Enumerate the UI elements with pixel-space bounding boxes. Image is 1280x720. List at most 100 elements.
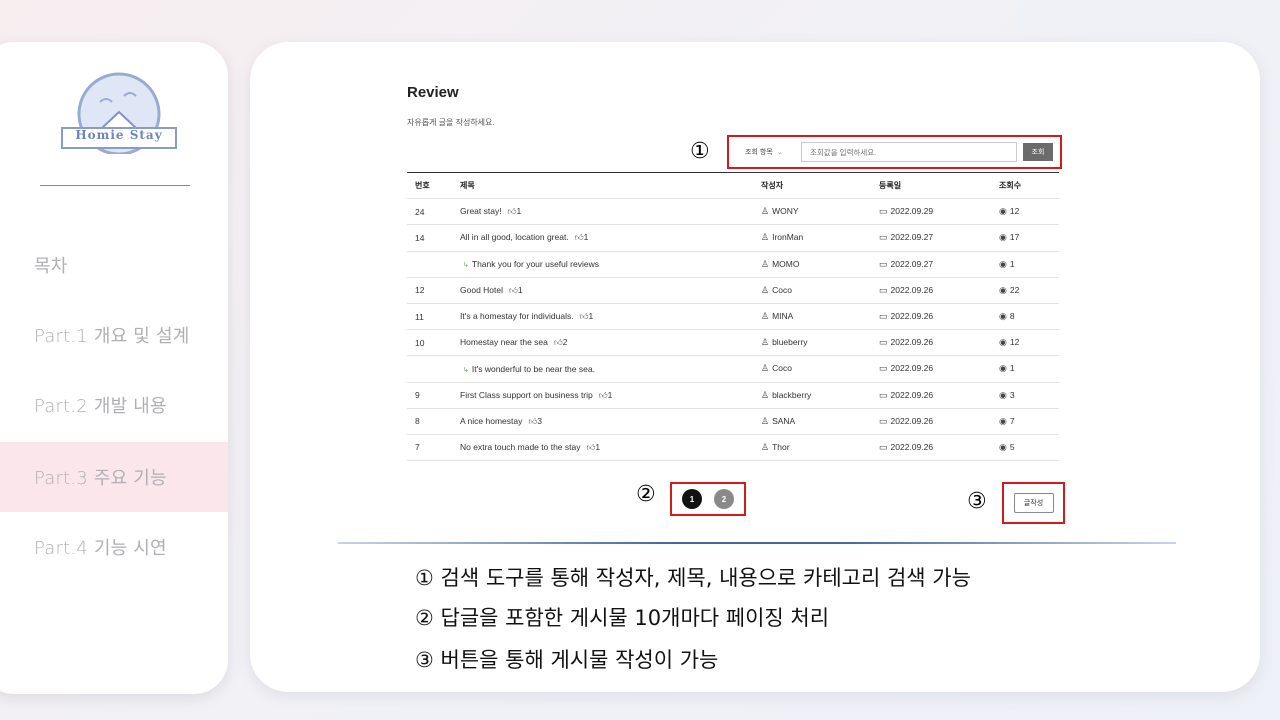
table-row[interactable]: 12 Good Hotel 👍︎1 ♙ Coco ▭ 2022.09.26 ◉ 22 <box>407 278 1059 304</box>
row-title[interactable]: Thank you for your useful reviews <box>472 259 599 269</box>
row-author-cell: ♙ Thor <box>761 442 879 453</box>
sidebar-item-part1[interactable]: Part.1 개요 및 설계 <box>0 300 228 370</box>
row-title[interactable]: First Class support on business trip <box>460 390 593 400</box>
row-date-cell: ▭ 2022.09.26 <box>879 363 999 374</box>
row-author: Coco <box>772 284 792 295</box>
user-icon: ♙ <box>761 441 770 452</box>
row-views: 3 <box>1009 389 1015 400</box>
row-number: 10 <box>415 337 425 348</box>
sidebar-item-part2[interactable]: Part.2 개발 내용 <box>0 370 228 440</box>
col-header-views: 조회수 <box>999 181 1022 191</box>
table-row[interactable]: 7 No extra touch made to the stay 👍︎1 ♙ Th… <box>407 435 1059 462</box>
row-title-cell: ↳ Thank you for your useful reviews <box>453 259 761 269</box>
eye-icon: ◉ <box>999 441 1007 452</box>
thumbs-up-icon: 👍︎ <box>528 415 538 426</box>
row-title[interactable]: No extra touch made to the stay <box>460 442 580 452</box>
page-2-button[interactable]: 2 <box>714 489 734 509</box>
search-category-select[interactable]: 조회 항목 ⌄ <box>737 147 801 157</box>
row-title[interactable]: It's wonderful to be near the sea. <box>472 364 595 374</box>
page-subtitle: 자유롭게 글을 작성하세요. <box>407 118 495 127</box>
search-category-label: 조회 항목 <box>745 149 773 156</box>
row-title[interactable]: Good Hotel <box>460 285 503 295</box>
row-likes: 1 <box>516 206 522 217</box>
calendar-icon: ▭ <box>879 206 888 217</box>
row-author: Thor <box>772 441 790 452</box>
col-header-title: 제목 <box>460 181 475 191</box>
search-input[interactable] <box>801 142 1017 162</box>
table-row[interactable]: 14 All in all good, location great. 👍︎1 ♙… <box>407 225 1059 252</box>
row-number: 9 <box>415 390 420 401</box>
calendar-icon: ▭ <box>879 389 888 400</box>
row-date-cell: ▭ 2022.09.26 <box>879 442 999 453</box>
row-views-cell: ◉ 1 <box>999 363 1059 374</box>
table-row[interactable]: 24 Great stay! 👍︎1 ♙ WONY ▭ 2022.09.29 ◉ 12 <box>407 199 1059 226</box>
row-likes: 1 <box>583 232 589 243</box>
user-icon: ♙ <box>761 258 770 269</box>
row-author: SANA <box>772 415 796 426</box>
row-title[interactable]: All in all good, location great. <box>460 232 569 242</box>
calendar-icon: ▭ <box>879 311 888 322</box>
row-title[interactable]: Homestay near the sea <box>460 337 548 347</box>
row-date: 2022.09.26 <box>890 363 934 374</box>
thumbs-up-icon: 👍︎ <box>553 337 563 348</box>
page-1-button[interactable]: 1 <box>682 489 702 509</box>
row-author: MINA <box>772 311 794 322</box>
marker-3: ③ <box>967 489 987 514</box>
table-row[interactable]: 10 Homestay near the sea 👍︎2 ♙ blueberry ▭… <box>407 330 1059 357</box>
row-title-cell: Homestay near the sea 👍︎2 <box>453 337 761 348</box>
chevron-down-icon: ⌄ <box>776 149 783 156</box>
sidebar-item-part4[interactable]: Part.4 기능 시연 <box>0 512 228 582</box>
row-number: 12 <box>415 285 425 296</box>
row-views: 7 <box>1009 415 1015 426</box>
row-likes: 1 <box>595 441 601 452</box>
user-icon: ♙ <box>761 363 770 374</box>
row-views: 8 <box>1009 311 1015 322</box>
thumbs-up-icon: 👍︎ <box>509 284 518 295</box>
write-highlight: 글작성 <box>1002 482 1065 524</box>
row-title[interactable]: A nice homestay <box>460 416 522 426</box>
row-author-cell: ♙ MINA <box>761 311 879 322</box>
row-views: 12 <box>1009 206 1020 217</box>
reply-icon: ↳ <box>463 366 469 374</box>
row-views-cell: ◉ 5 <box>999 442 1059 453</box>
table-row[interactable]: ↳ It's wonderful to be near the sea. ♙ Coc… <box>407 356 1059 383</box>
row-author: WONY <box>772 206 799 217</box>
row-author-cell: ♙ blackberry <box>761 390 879 401</box>
calendar-icon: ▭ <box>879 441 888 452</box>
table-row[interactable]: 9 First Class support on business trip 👍︎… <box>407 383 1059 409</box>
row-title[interactable]: It's a homestay for individuals. <box>460 311 574 321</box>
row-views-cell: ◉ 7 <box>999 416 1059 427</box>
description-2: ② 답글을 포함한 게시물 10개마다 페이징 처리 <box>415 606 830 630</box>
eye-icon: ◉ <box>999 363 1007 374</box>
table-row[interactable]: 11 It's a homestay for individuals. 👍︎1 ♙… <box>407 304 1059 331</box>
row-author-cell: ♙ WONY <box>761 206 879 217</box>
row-likes: 1 <box>607 389 613 400</box>
row-views-cell: ◉ 22 <box>999 285 1059 296</box>
pagination: 1 2 <box>670 482 746 516</box>
search-button[interactable]: 조회 <box>1023 143 1053 161</box>
row-title-cell: It's a homestay for individuals. 👍︎1 <box>453 311 761 322</box>
row-views-cell: ◉ 1 <box>999 259 1059 270</box>
user-icon: ♙ <box>761 389 770 400</box>
row-views-cell: ◉ 3 <box>999 390 1059 401</box>
sidebar-item-part3[interactable]: Part.3 주요 기능 <box>0 442 228 512</box>
user-icon: ♙ <box>761 311 770 322</box>
sidebar-item-toc[interactable]: 목차 <box>0 230 228 300</box>
col-header-date: 등록일 <box>879 181 902 191</box>
table-row[interactable]: 8 A nice homestay 👍︎3 ♙ SANA ▭ 2022.09.26 ◉… <box>407 409 1059 435</box>
row-views: 1 <box>1009 258 1015 269</box>
row-number: 14 <box>415 232 425 243</box>
row-title[interactable]: Great stay! <box>460 206 502 216</box>
calendar-icon: ▭ <box>879 363 888 374</box>
row-date-cell: ▭ 2022.09.27 <box>879 232 999 243</box>
row-likes: 3 <box>537 415 542 426</box>
table-row[interactable]: ↳ Thank you for your useful reviews ♙ MOMO… <box>407 252 1059 278</box>
page-title: Review <box>407 84 459 101</box>
row-author: blackberry <box>772 389 812 400</box>
col-header-no: 번호 <box>415 181 430 191</box>
row-author-cell: ♙ blueberry <box>761 337 879 348</box>
row-views: 5 <box>1009 441 1015 452</box>
write-post-button[interactable]: 글작성 <box>1013 493 1054 513</box>
row-author-cell: ♙ MOMO <box>761 259 879 270</box>
row-title-cell: No extra touch made to the stay 👍︎1 <box>453 442 761 453</box>
